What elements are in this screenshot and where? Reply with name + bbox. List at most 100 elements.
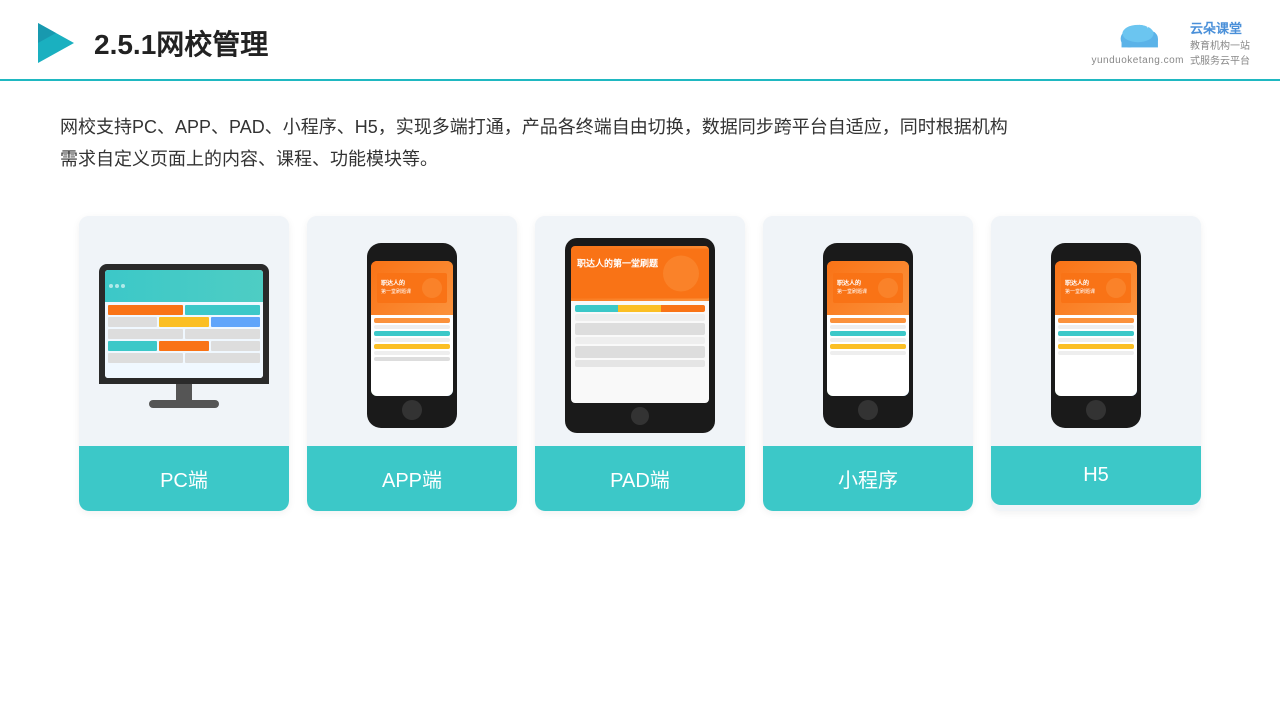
brand-logo: ✦ yunduoketang.com 云朵课堂 教育机构一站 式服务云平台 xyxy=(1091,18,1250,67)
header-left: 2.5.1网校管理 xyxy=(30,19,268,67)
card-miniapp-image: 职达人的 第一堂刷题课 xyxy=(763,216,973,446)
pc-block xyxy=(108,305,183,315)
phone-row xyxy=(1058,325,1134,329)
phone-row xyxy=(374,338,450,342)
card-h5-image: 职达人的 第一堂刷题课 xyxy=(991,216,1201,446)
pad-row xyxy=(575,360,705,367)
pc-row-4 xyxy=(108,341,260,351)
pc-stand-base xyxy=(149,400,219,408)
brand-tagline-line2: 式服务云平台 xyxy=(1190,52,1250,67)
pc-block xyxy=(108,341,157,351)
svg-text:第一堂刷题课: 第一堂刷题课 xyxy=(1065,288,1095,295)
pc-row-5 xyxy=(108,353,260,363)
h5-header-graphic: 职达人的 第一堂刷题课 xyxy=(1061,273,1131,303)
phone-screen-header: 职达人的 第一堂刷题课 xyxy=(371,261,453,315)
phone-screen-header-miniapp: 职达人的 第一堂刷题课 xyxy=(827,261,909,315)
cloud-icon-wrap: ✦ yunduoketang.com xyxy=(1091,19,1184,66)
card-pad-label: PAD端 xyxy=(535,446,745,511)
nav-dot-3 xyxy=(121,284,125,288)
card-miniapp-label: 小程序 xyxy=(763,446,973,511)
phone-row xyxy=(374,357,450,361)
pc-block xyxy=(108,329,183,339)
card-app-label: APP端 xyxy=(307,446,517,511)
pc-frame xyxy=(99,264,269,384)
svg-text:✦: ✦ xyxy=(1145,22,1151,30)
phone-notch xyxy=(397,251,427,257)
pad-home xyxy=(631,407,649,425)
pc-block xyxy=(211,341,260,351)
pc-row-1 xyxy=(108,305,260,315)
pad-screen: 职达人的第一堂刷题 xyxy=(571,246,709,403)
phone-mockup-app: 职达人的 第一堂刷题课 xyxy=(367,243,457,428)
phone-header-graphic: 职达人的 第一堂刷题课 xyxy=(377,273,447,303)
card-miniapp: 职达人的 第一堂刷题课 小 xyxy=(763,216,973,511)
card-pc-image xyxy=(79,216,289,446)
phone-home-miniapp xyxy=(858,400,878,420)
svg-text:职达人的: 职达人的 xyxy=(381,279,405,287)
card-h5: 职达人的 第一堂刷题课 H xyxy=(991,216,1201,511)
phone-mockup-h5: 职达人的 第一堂刷题课 xyxy=(1051,243,1141,428)
brand-text: 云朵课堂 教育机构一站 式服务云平台 xyxy=(1190,18,1250,67)
phone-row xyxy=(1058,331,1134,336)
card-h5-label: H5 xyxy=(991,446,1201,505)
pc-block xyxy=(159,341,208,351)
pad-screen-body xyxy=(571,301,709,403)
svg-text:职达人的第一堂刷题: 职达人的第一堂刷题 xyxy=(577,258,659,269)
phone-screen-app: 职达人的 第一堂刷题课 xyxy=(371,261,453,396)
pad-screen-header: 职达人的第一堂刷题 xyxy=(571,246,709,301)
brand-tagline-line1: 教育机构一站 xyxy=(1190,37,1250,52)
pc-screen-body xyxy=(105,302,263,378)
phone-row xyxy=(830,351,906,355)
svg-text:职达人的: 职达人的 xyxy=(1065,279,1089,287)
card-pc: PC端 xyxy=(79,216,289,511)
pc-screen-top xyxy=(105,270,263,302)
description-line1: 网校支持PC、APP、PAD、小程序、H5，实现多端打通，产品各终端自由切换，数… xyxy=(60,111,1220,143)
phone-notch-miniapp xyxy=(853,251,883,257)
phone-home-h5 xyxy=(1086,400,1106,420)
phone-notch-h5 xyxy=(1081,251,1111,257)
phone-row xyxy=(830,325,906,329)
card-pad: 职达人的第一堂刷题 PAD端 xyxy=(535,216,745,511)
pc-block xyxy=(108,353,183,363)
miniapp-header-graphic: 职达人的 第一堂刷题课 xyxy=(833,273,903,303)
phone-mockup-miniapp: 职达人的 第一堂刷题课 xyxy=(823,243,913,428)
cloud-icon: ✦ xyxy=(1112,19,1164,55)
phone-screen-body-miniapp xyxy=(827,315,909,396)
nav-dot-2 xyxy=(115,284,119,288)
phone-screen-header-h5: 职达人的 第一堂刷题课 xyxy=(1055,261,1137,315)
pad-row xyxy=(575,305,705,312)
pc-block xyxy=(159,317,208,327)
phone-screen-miniapp: 职达人的 第一堂刷题课 xyxy=(827,261,909,396)
svg-text:职达人的: 职达人的 xyxy=(837,279,861,287)
phone-row xyxy=(374,318,450,323)
phone-row xyxy=(374,344,450,349)
pc-block xyxy=(108,317,157,327)
pc-mockup xyxy=(99,264,269,408)
phone-screen-body-h5 xyxy=(1055,315,1137,396)
brand-name: 云朵课堂 xyxy=(1190,18,1250,37)
pad-mockup: 职达人的第一堂刷题 xyxy=(565,238,715,433)
phone-row xyxy=(1058,338,1134,342)
pc-row-2 xyxy=(108,317,260,327)
phone-row xyxy=(830,338,906,342)
phone-screen-h5: 职达人的 第一堂刷题课 xyxy=(1055,261,1137,396)
logo-arrow-icon xyxy=(30,19,78,67)
phone-screen-body xyxy=(371,315,453,396)
pad-header-graphic: 职达人的第一堂刷题 xyxy=(571,246,709,301)
pad-row xyxy=(575,346,705,358)
pc-row-3 xyxy=(108,329,260,339)
phone-row xyxy=(374,351,450,355)
page-header: 2.5.1网校管理 ✦ yunduoketang.com 云朵课堂 教育机构一站… xyxy=(0,0,1280,81)
pc-stand-neck xyxy=(176,384,192,400)
nav-dot-1 xyxy=(109,284,113,288)
phone-row xyxy=(1058,318,1134,323)
pc-block xyxy=(185,353,260,363)
card-app-image: 职达人的 第一堂刷题课 xyxy=(307,216,517,446)
svg-text:第一堂刷题课: 第一堂刷题课 xyxy=(381,288,411,295)
description-line2: 需求自定义页面上的内容、课程、功能模块等。 xyxy=(60,143,1220,175)
pc-block xyxy=(211,317,260,327)
card-pad-image: 职达人的第一堂刷题 xyxy=(535,216,745,446)
pc-block xyxy=(185,329,260,339)
pc-screen xyxy=(105,270,263,378)
phone-row xyxy=(374,325,450,329)
